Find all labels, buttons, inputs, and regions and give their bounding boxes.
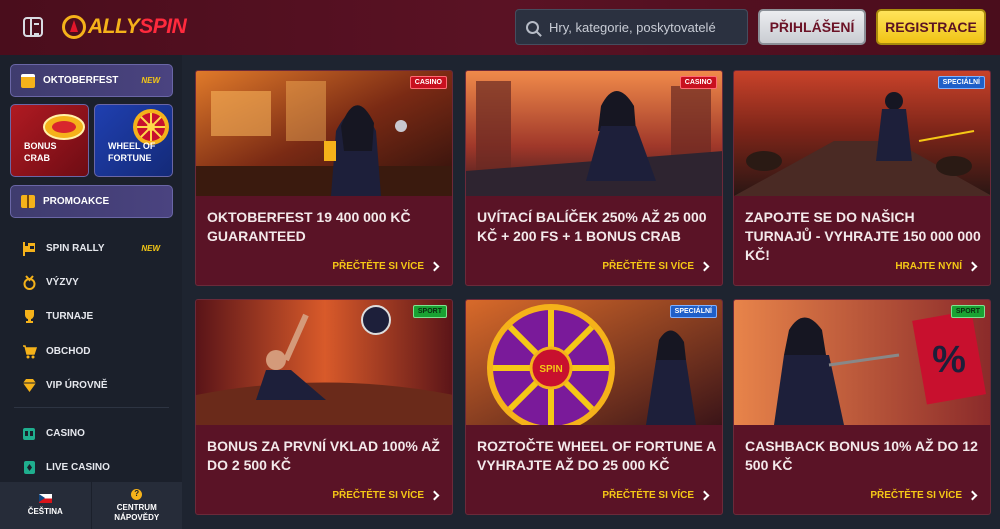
read-more-link[interactable]: PŘEČTĚTE SI VÍCE [332,490,440,501]
diamond-icon [23,378,36,392]
sidebar-item-oktoberfest[interactable]: OKTOBERFEST NEW [10,64,173,97]
card-title: CASHBACK BONUS 10% AŽ DO 12 500 KČ [745,438,978,473]
play-now-link[interactable]: HRAJTE NYNÍ [895,261,978,272]
sidebar-item-label: PROMOAKCE [43,196,110,207]
chevron-right-icon [429,490,440,501]
sidebar-toggle-icon[interactable] [23,17,43,37]
card-image: SPIN [466,300,722,425]
card-title: UVÍTACÍ BALÍČEK 250% AŽ 25 000 KČ + 200 … [477,209,707,244]
sidebar-item-vyzvy[interactable]: VÝZVY [22,273,170,291]
new-badge: NEW [141,76,160,85]
promo-card-welcome-package[interactable]: CASINO UVÍTACÍ BALÍČEK 250% AŽ 25 000 KČ… [465,70,723,286]
sidebar-item-turnaje[interactable]: TURNAJE [22,307,170,325]
logo[interactable]: ALLYSPIN [62,13,187,41]
sidebar-item-live-casino[interactable]: LIVE CASINO [22,458,170,476]
sidebar-item-obchod[interactable]: OBCHOD [22,342,170,360]
card-image [196,71,452,196]
sidebar-item-label: VIP ÚROVNĚ [46,379,108,391]
card-title: ZAPOJTE SE DO NAŠICH TURNAJŮ - VYHRAJTE … [745,209,981,263]
beer-icon [21,73,35,88]
sidebar-item-label: TURNAJE [46,310,94,322]
category-badge: CASINO [409,76,447,89]
medal-icon [23,274,36,290]
category-badge: SPECIÁLNÍ [937,76,985,89]
cart-icon [23,344,37,358]
promo-card-cashback[interactable]: % SPORT CASHBACK BONUS 10% AŽ DO 12 500 … [733,299,991,515]
read-more-link[interactable]: PŘEČTĚTE SI VÍCE [602,261,710,272]
flag-icon [23,241,35,256]
category-badge: CASINO [679,76,717,89]
tile-label: BONUS CRAB [24,141,57,163]
tile-label: WHEEL OF FORTUNE [108,141,156,163]
language-label: ČEŠTINA [27,507,63,516]
category-badge: SPORT [412,305,447,318]
card-image [196,300,452,425]
card-image [734,71,990,196]
logo-mark-icon [62,15,86,39]
chevron-right-icon [699,261,710,272]
logo-text: ALLYSPIN [88,15,187,38]
promo-card-wheel-of-fortune[interactable]: SPIN SPECIÁLNÍ ROZTOČTE WHEEL OF FORTUNE… [465,299,723,515]
search-input[interactable] [549,19,739,35]
login-button[interactable]: PŘIHLÁŠENÍ [758,9,866,45]
category-badge: SPECIÁLNÍ [669,305,717,318]
sidebar-footer: ČEŠTINA ? CENTRUM NÁPOVĚDY [0,482,182,529]
card-image [466,71,722,196]
category-badge: SPORT [950,305,985,318]
sidebar-item-promoakce[interactable]: PROMOAKCE [10,185,173,218]
percent-sign-glyph: % [932,339,966,381]
sidebar-item-label: SPIN RALLY [46,242,105,254]
register-button[interactable]: REGISTRACE [876,9,986,45]
promo-card-oktoberfest[interactable]: CASINO OKTOBERFEST 19 400 000 KČ GUARANT… [195,70,453,286]
sidebar-item-label: OKTOBERFEST [43,75,119,86]
sidebar: OKTOBERFEST NEW BONUS CRAB WHEEL OF FORTUN… [0,55,182,529]
cards-icon [24,460,35,474]
top-header: ALLYSPIN PŘIHLÁŠENÍ REGISTRACE [0,0,1000,55]
read-more-link[interactable]: PŘEČTĚTE SI VÍCE [602,490,710,501]
tile-bonus-crab[interactable]: BONUS CRAB [10,104,89,177]
read-more-link[interactable]: PŘEČTĚTE SI VÍCE [332,261,440,272]
help-label: CENTRUM NÁPOVĚDY [114,502,160,522]
czech-flag-icon [38,494,52,503]
slot-icon [23,427,35,440]
search-icon [526,20,539,34]
search-box[interactable] [515,9,748,45]
chevron-right-icon [967,261,978,272]
wheel-spin-label: SPIN [539,364,562,375]
sidebar-item-casino[interactable]: CASINO [22,424,170,442]
promo-card-tournaments[interactable]: SPECIÁLNÍ ZAPOJTE SE DO NAŠICH TURNAJŮ -… [733,70,991,286]
sidebar-divider [14,407,169,408]
card-title: OKTOBERFEST 19 400 000 KČ GUARANTEED [207,209,411,244]
chevron-right-icon [699,490,710,501]
bonus-crab-icon [43,114,85,140]
sidebar-item-label: LIVE CASINO [46,461,110,473]
sidebar-item-label: CASINO [46,427,85,439]
sidebar-item-vip[interactable]: VIP ÚROVNĚ [22,376,170,394]
sidebar-item-spin-rally[interactable]: SPIN RALLY NEW [22,239,170,257]
help-center-link[interactable]: ? CENTRUM NÁPOVĚDY [90,482,182,529]
chevron-right-icon [967,490,978,501]
card-title: BONUS ZA PRVNÍ VKLAD 100% AŽ DO 2 500 KČ [207,438,440,473]
tile-wheel-of-fortune[interactable]: WHEEL OF FORTUNE [94,104,173,177]
language-selector[interactable]: ČEŠTINA [0,482,91,529]
card-title: ROZTOČTE WHEEL OF FORTUNE A VYHRAJTE AŽ … [477,438,716,473]
card-image: % [734,300,990,425]
help-icon: ? [131,488,143,500]
promotions-grid: CASINO OKTOBERFEST 19 400 000 KČ GUARANT… [182,55,1000,529]
chevron-right-icon [429,261,440,272]
sidebar-item-label: VÝZVY [46,276,79,288]
gift-icon [21,195,35,208]
new-badge: NEW [141,243,160,253]
trophy-icon [25,309,34,323]
read-more-link[interactable]: PŘEČTĚTE SI VÍCE [870,490,978,501]
promo-card-first-deposit[interactable]: SPORT BONUS ZA PRVNÍ VKLAD 100% AŽ DO 2 … [195,299,453,515]
sidebar-item-label: OBCHOD [46,345,91,357]
